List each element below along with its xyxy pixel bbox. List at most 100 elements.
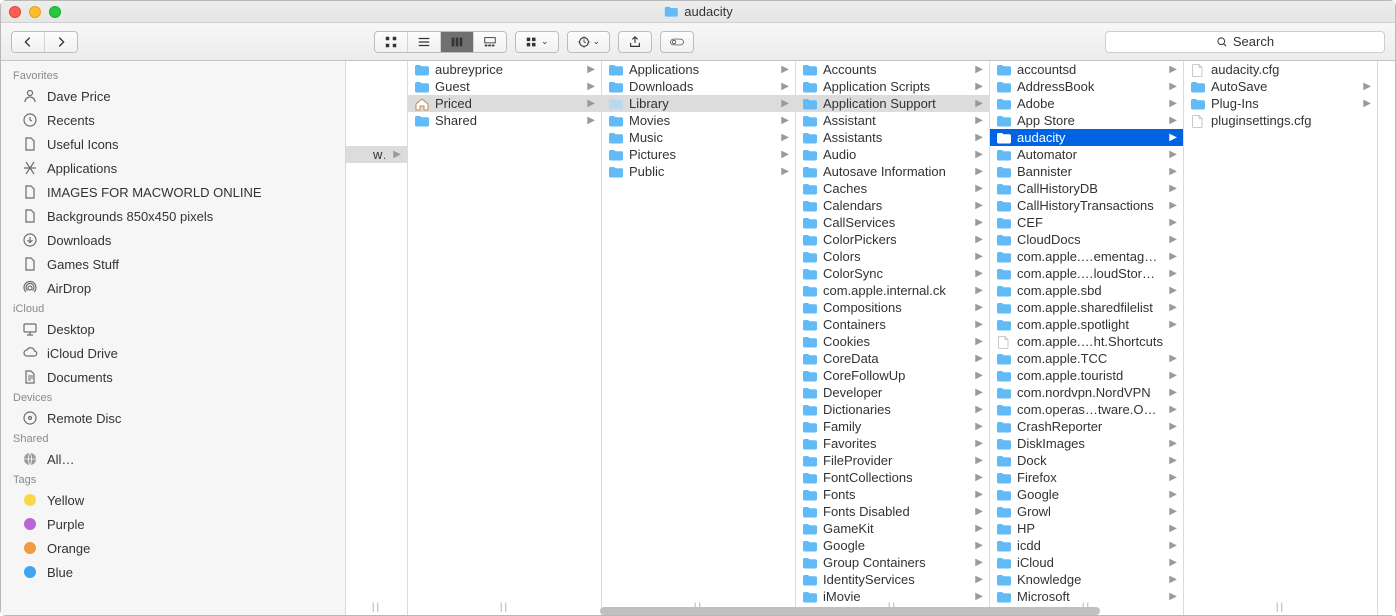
list-item[interactable]: com.apple.spotlight▶ [990,316,1183,333]
horizontal-scrollbar[interactable] [400,606,1346,616]
list-item[interactable]: IdentityServices▶ [796,571,989,588]
list-item[interactable]: Group Containers▶ [796,554,989,571]
list-item[interactable]: audacity.cfg [1184,61,1377,78]
list-item[interactable]: FileProvider▶ [796,452,989,469]
list-item[interactable]: com.apple.touristd▶ [990,367,1183,384]
scroll-thumb[interactable] [600,607,1100,615]
list-item[interactable]: Assistants▶ [796,129,989,146]
list-item[interactable]: Adobe▶ [990,95,1183,112]
list-item[interactable]: com.nordvpn.NordVPN▶ [990,384,1183,401]
list-item[interactable]: CoreFollowUp▶ [796,367,989,384]
close-button[interactable] [9,6,21,18]
list-item[interactable]: com.apple.sbd▶ [990,282,1183,299]
list-item[interactable]: Knowledge▶ [990,571,1183,588]
list-item[interactable]: Guest▶ [408,78,601,95]
list-item[interactable]: CoreData▶ [796,350,989,367]
list-item[interactable]: CloudDocs▶ [990,231,1183,248]
list-item[interactable]: com.apple.…ementagent▶ [990,248,1183,265]
column[interactable]: audacity.cfgAutoSave▶Plug-Ins▶pluginsett… [1184,61,1378,615]
list-item[interactable]: Developer▶ [796,384,989,401]
sidebar-item[interactable]: IMAGES FOR MACWORLD ONLINE [1,180,345,204]
list-item[interactable]: Firefox▶ [990,469,1183,486]
list-item[interactable]: Growl▶ [990,503,1183,520]
list-item[interactable]: com.apple.…loudStorage▶ [990,265,1183,282]
list-item[interactable]: Accounts▶ [796,61,989,78]
column-resize-handle[interactable]: || [346,602,407,613]
list-item[interactable]: CrashReporter▶ [990,418,1183,435]
list-item[interactable]: Shared▶ [408,112,601,129]
sidebar-item[interactable]: Yellow [1,488,345,512]
list-item[interactable]: Plug-Ins▶ [1184,95,1377,112]
list-item[interactable]: Compositions▶ [796,299,989,316]
list-item[interactable]: com.apple.…ht.Shortcuts [990,333,1183,350]
list-item[interactable]: Containers▶ [796,316,989,333]
sidebar-item[interactable]: Orange [1,536,345,560]
list-item[interactable]: CallHistoryTransactions▶ [990,197,1183,214]
list-item[interactable]: Priced▶ [408,95,601,112]
list-item[interactable]: GameKit▶ [796,520,989,537]
list-item[interactable]: Downloads▶ [602,78,795,95]
list-item[interactable]: Bannister▶ [990,163,1183,180]
list-item[interactable]: Family▶ [796,418,989,435]
list-item[interactable]: Application Scripts▶ [796,78,989,95]
list-item[interactable]: DiskImages▶ [990,435,1183,452]
list-item[interactable]: CallHistoryDB▶ [990,180,1183,197]
sidebar-item[interactable]: Purple [1,512,345,536]
list-view-button[interactable] [408,32,441,52]
list-item[interactable]: aubreyprice▶ [408,61,601,78]
list-item[interactable]: Applications▶ [602,61,795,78]
list-item[interactable]: Calendars▶ [796,197,989,214]
list-item[interactable]: Caches▶ [796,180,989,197]
search-field[interactable]: Search [1105,31,1385,53]
list-item[interactable]: ColorPickers▶ [796,231,989,248]
column[interactable]: Accounts▶Application Scripts▶Application… [796,61,990,615]
minimize-button[interactable] [29,6,41,18]
list-item[interactable]: Dock▶ [990,452,1183,469]
list-item[interactable]: Movies▶ [602,112,795,129]
list-item[interactable]: Colors▶ [796,248,989,265]
list-item[interactable]: icdd▶ [990,537,1183,554]
sidebar-item[interactable]: Blue [1,560,345,584]
list-item[interactable]: pluginsettings.cfg [1184,112,1377,129]
list-item[interactable]: AutoSave▶ [1184,78,1377,95]
list-item[interactable]: com.apple.TCC▶ [990,350,1183,367]
sidebar-item[interactable]: Documents [1,365,345,389]
list-item[interactable]: Favorites▶ [796,435,989,452]
column-view-button[interactable] [441,32,474,52]
list-item[interactable]: Autosave Information▶ [796,163,989,180]
zoom-button[interactable] [49,6,61,18]
list-item[interactable]: accountsd▶ [990,61,1183,78]
sidebar-item[interactable]: Desktop [1,317,345,341]
list-item[interactable]: com.apple.sharedfilelist▶ [990,299,1183,316]
sidebar-item[interactable]: All… [1,447,345,471]
list-item[interactable]: CEF▶ [990,214,1183,231]
back-button[interactable] [12,32,45,52]
group-dropdown[interactable]: ⌄ [515,31,559,53]
list-item[interactable]: audacity▶ [990,129,1183,146]
list-item[interactable]: Automator▶ [990,146,1183,163]
sidebar-item[interactable]: iCloud Drive [1,341,345,365]
column[interactable]: accountsd▶AddressBook▶Adobe▶App Store▶au… [990,61,1184,615]
sidebar-item[interactable]: Applications [1,156,345,180]
list-item[interactable]: ware▶ [346,146,407,163]
gallery-view-button[interactable] [474,32,506,52]
forward-button[interactable] [45,32,77,52]
list-item[interactable]: ColorSync▶ [796,265,989,282]
list-item[interactable]: Audio▶ [796,146,989,163]
list-item[interactable]: Public▶ [602,163,795,180]
list-item[interactable]: Google▶ [796,537,989,554]
list-item[interactable]: Fonts Disabled▶ [796,503,989,520]
column[interactable]: ware▶ || [346,61,408,615]
list-item[interactable]: Fonts▶ [796,486,989,503]
list-item[interactable]: HP▶ [990,520,1183,537]
list-item[interactable]: Application Support▶ [796,95,989,112]
list-item[interactable]: Google▶ [990,486,1183,503]
sidebar-item[interactable]: Useful Icons [1,132,345,156]
column[interactable]: aubreyprice▶Guest▶Priced▶Shared▶|| [408,61,602,615]
sidebar-item[interactable]: Backgrounds 850x450 pixels [1,204,345,228]
list-item[interactable]: com.operas…tware.Opera▶ [990,401,1183,418]
action-dropdown[interactable]: ⌄ [567,31,611,53]
sidebar-item[interactable]: Games Stuff [1,252,345,276]
list-item[interactable]: CallServices▶ [796,214,989,231]
tags-button[interactable] [660,31,694,53]
